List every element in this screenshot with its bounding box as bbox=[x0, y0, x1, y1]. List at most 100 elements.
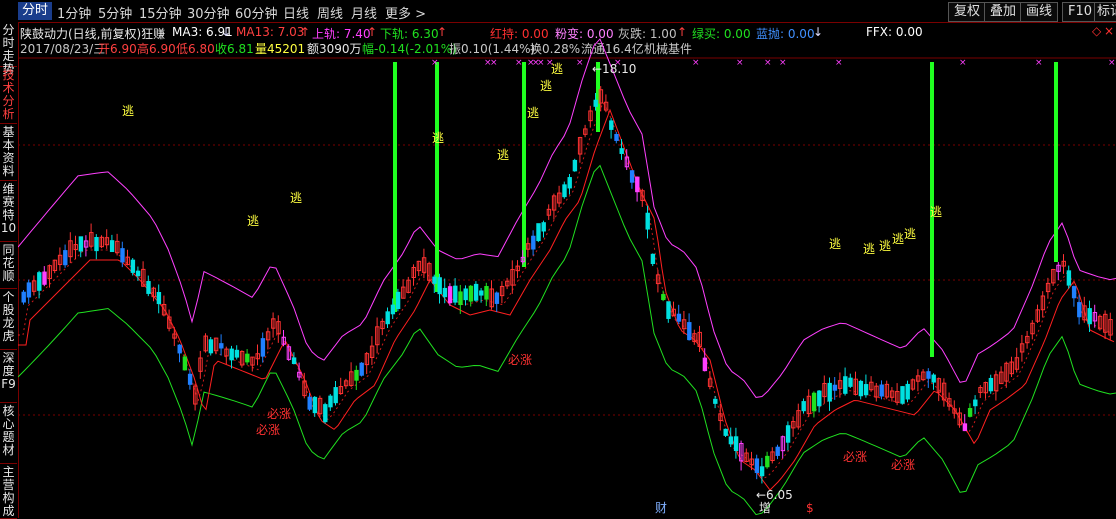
cross-marker: × bbox=[431, 58, 439, 68]
candle-body bbox=[614, 134, 619, 141]
candle-body bbox=[1066, 270, 1072, 286]
period-tab-5min[interactable]: 5分钟 bbox=[98, 3, 132, 22]
candle-body bbox=[182, 356, 188, 371]
candle-body bbox=[468, 285, 474, 302]
candle-body bbox=[931, 374, 936, 383]
f10-button[interactable]: F10 bbox=[1062, 2, 1099, 22]
more-periods-button[interactable]: 更多 > bbox=[385, 3, 426, 22]
signal-bar bbox=[435, 62, 439, 292]
candle-body bbox=[572, 159, 578, 172]
candle-body bbox=[900, 386, 905, 404]
period-tab-daily[interactable]: 日线 bbox=[283, 3, 309, 22]
period-tab-60min[interactable]: 60分钟 bbox=[235, 3, 278, 22]
candle-body bbox=[390, 304, 396, 315]
cross-marker: × bbox=[546, 58, 554, 68]
candle-body bbox=[713, 398, 718, 404]
candle-body bbox=[484, 286, 489, 300]
candle-body bbox=[1087, 308, 1092, 325]
side-tab-wst10[interactable]: 维赛特10 bbox=[0, 181, 17, 242]
candle-body bbox=[666, 301, 671, 319]
candle-body bbox=[245, 353, 250, 363]
side-tab-realtime[interactable]: 分时走势 bbox=[0, 22, 17, 76]
candle-body bbox=[21, 291, 26, 303]
side-tab-technical[interactable]: 技术分析 bbox=[0, 67, 17, 124]
candle-body bbox=[432, 276, 437, 284]
cross-marker: × bbox=[692, 58, 700, 68]
ma-dotted-line bbox=[18, 101, 1114, 480]
candle-body bbox=[609, 120, 614, 130]
candle-body bbox=[1077, 302, 1082, 318]
candle-body bbox=[661, 294, 666, 301]
candle-body bbox=[473, 283, 479, 301]
candle-body bbox=[858, 380, 864, 397]
chart-annotations: 逃逃逃逃逃逃逃逃逃逃逃逃逃逃必涨必涨必涨必涨必涨× ×× × ××× × × × × × × × × ×… bbox=[122, 58, 1116, 515]
side-tab-core-theme[interactable]: 核心题材 bbox=[0, 403, 17, 464]
ma13-line bbox=[18, 108, 1115, 491]
candle-body bbox=[848, 377, 853, 387]
side-tab-main-business[interactable]: 主营构成 bbox=[0, 464, 17, 519]
signal-bar bbox=[393, 62, 397, 312]
side-tab-dragon-tiger[interactable]: 个股龙虎 bbox=[0, 289, 17, 350]
escape-label: 逃 bbox=[829, 237, 841, 251]
escape-label: 逃 bbox=[892, 232, 904, 246]
candle-body bbox=[359, 362, 364, 376]
candle-body bbox=[453, 285, 458, 303]
candle-body bbox=[219, 343, 224, 349]
candle-body bbox=[832, 384, 838, 391]
kline-chart[interactable]: 逃逃逃逃逃逃逃逃逃逃逃逃逃逃必涨必涨必涨必涨必涨× ×× × ××× × × × × × × × × ×… bbox=[18, 22, 1116, 518]
period-tab-15min[interactable]: 15分钟 bbox=[139, 3, 182, 22]
candle-body bbox=[635, 176, 640, 193]
candle-body bbox=[775, 446, 780, 456]
side-tab-ths[interactable]: 同花顺 bbox=[0, 242, 17, 289]
escape-label: 逃 bbox=[540, 79, 552, 93]
candle-body bbox=[94, 237, 99, 252]
stock-chart-app: 分时 1分钟 5分钟 15分钟 30分钟 60分钟 日线 周线 月线 更多 > … bbox=[0, 0, 1116, 519]
period-tab-weekly[interactable]: 周线 bbox=[317, 3, 343, 22]
candle-body bbox=[187, 373, 193, 385]
candle-body bbox=[676, 313, 682, 322]
candle-body bbox=[291, 357, 297, 365]
candle-body bbox=[905, 383, 910, 400]
candle-body bbox=[765, 455, 770, 468]
chart-bands bbox=[18, 38, 1116, 516]
candle-body bbox=[593, 99, 598, 107]
candle-body bbox=[879, 384, 884, 397]
adjust-button[interactable]: 复权 bbox=[948, 2, 987, 22]
candle-body bbox=[650, 253, 656, 265]
candle-body bbox=[988, 377, 994, 392]
candle-body bbox=[135, 270, 141, 277]
candle-body bbox=[619, 148, 624, 154]
draw-line-button[interactable]: 画线 bbox=[1020, 2, 1059, 22]
candle-body bbox=[437, 277, 442, 295]
candle-body bbox=[494, 292, 500, 304]
candle-body bbox=[385, 311, 390, 325]
zeng-marker: 增 bbox=[759, 501, 771, 515]
candle-body bbox=[702, 357, 708, 372]
candle-body bbox=[229, 348, 234, 361]
cross-marker: × bbox=[736, 58, 744, 68]
period-tab-monthly[interactable]: 月线 bbox=[351, 3, 377, 22]
cross-marker: × bbox=[764, 58, 772, 68]
candle-body bbox=[1071, 286, 1077, 299]
escape-label: 逃 bbox=[863, 242, 875, 256]
low-price-marker: ←6.05 bbox=[756, 488, 793, 502]
candle-body bbox=[109, 240, 115, 253]
candle-body bbox=[395, 291, 401, 310]
must-rise-label: 必涨 bbox=[891, 457, 915, 472]
candle-body bbox=[536, 223, 541, 242]
escape-label: 逃 bbox=[527, 106, 539, 120]
candle-body bbox=[811, 392, 817, 412]
period-tab-1min[interactable]: 1分钟 bbox=[57, 3, 91, 22]
candle-body bbox=[723, 428, 728, 436]
overlay-button[interactable]: 叠加 bbox=[984, 2, 1023, 22]
side-tab-depth-f9[interactable]: 深度F9 bbox=[0, 350, 17, 403]
must-rise-label: 必涨 bbox=[256, 422, 280, 437]
period-tab-30min[interactable]: 30分钟 bbox=[187, 3, 230, 22]
cross-marker: × bbox=[576, 58, 584, 68]
cross-marker: × bbox=[1108, 58, 1116, 68]
period-tab-fenshi[interactable]: 分时 bbox=[18, 2, 53, 20]
mark-button[interactable]: 标记 bbox=[1094, 2, 1116, 22]
candle-body bbox=[146, 281, 151, 294]
side-tab-fundamentals[interactable]: 基本资料 bbox=[0, 124, 17, 181]
candle-body bbox=[567, 177, 572, 189]
